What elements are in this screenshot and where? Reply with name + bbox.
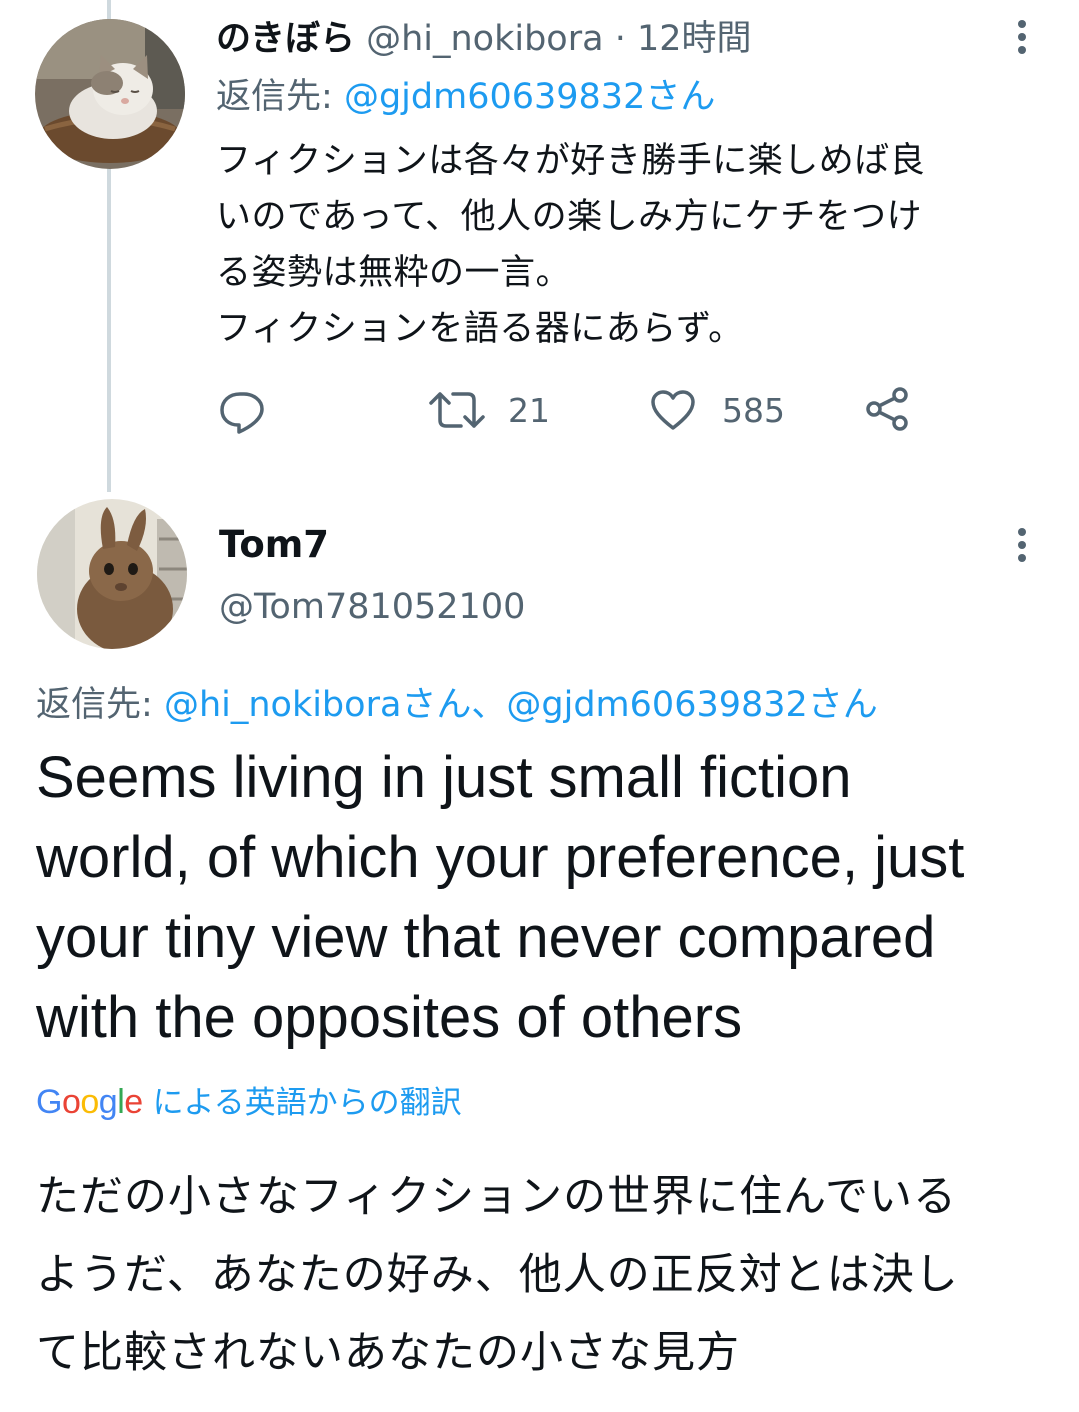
rabbit-photo-icon [37,499,187,649]
tweet1-timestamp[interactable]: 12時間 [637,19,752,59]
tweet1-display-name[interactable]: のきぼら [216,19,355,59]
tweet2-text-line: world, of which your preference, just [36,825,965,890]
translation-label: による英語からの翻訳 [152,1085,462,1121]
tweet1-header: のきぼら @hi_nokibora · 12時間 [216,16,752,62]
translation-attribution[interactable]: Google による英語からの翻訳 [36,1080,462,1125]
avatar-tom7[interactable] [37,499,187,649]
tweet1-more-icon[interactable] [1016,20,1028,59]
share-button[interactable] [862,384,912,434]
like-button[interactable]: 585 [650,386,785,434]
tweet1-text: フィクションは各々が好き勝手に楽しめば良 いのであって、他人の楽しみ方にケチをつ… [216,133,1036,357]
google-logo-icon: Google [36,1083,143,1121]
tweet2-handle[interactable]: @Tom781052100 [219,584,525,630]
tweet1-reply-prefix: 返信先: [216,77,333,117]
tweet2-text-line: Seems living in just small fiction [36,745,852,810]
tweet1-separator: · [614,19,626,59]
translation-line: て比較されないあなたの小さな見方 [36,1328,740,1378]
tweet2-reply-prefix: 返信先: [36,685,153,725]
tweet2-reply-context: 返信先: @hi_nokiboraさん、@gjdm60639832さん [36,682,878,728]
tweet2-display-name[interactable]: Tom7 [219,520,329,570]
tweet1-text-line: フィクションは各々が好き勝手に楽しめば良 [216,141,926,181]
tweet2-more-icon[interactable] [1016,528,1028,567]
tweet1-text-line: フィクションを語る器にあらず。 [216,309,744,349]
tweet2-text-line: your tiny view that never compared [36,905,936,970]
translation-line: ただの小さなフィクションの世界に住んでいる [36,1172,957,1222]
like-count: 585 [722,390,785,430]
tweet1-text-line: る姿勢は無粋の一言。 [216,253,572,293]
tweet2-text: Seems living in just small fiction world… [36,738,1061,1058]
translation-line: ようだ、あなたの好み、他人の正反対とは決し [36,1250,959,1300]
heart-icon [651,390,695,430]
retweet-count: 21 [508,390,550,430]
tweet2-reply-mentions[interactable]: @hi_nokiboraさん、@gjdm60639832さん [164,685,878,725]
tweet1-reply-mention[interactable]: @gjdm60639832さん [344,77,715,117]
retweet-icon [429,392,485,428]
tweet1-handle[interactable]: @hi_nokibora [366,19,603,59]
tweet2-text-line: with the opposites of others [36,985,743,1050]
reply-icon [220,392,264,434]
reply-button[interactable] [218,388,266,436]
cat-photo-icon [35,19,185,169]
retweet-button[interactable]: 21 [428,386,550,434]
tweet2-translation: ただの小さなフィクションの世界に住んでいる ようだ、あなたの好み、他人の正反対と… [36,1158,1066,1392]
tweet1-reply-context: 返信先: @gjdm60639832さん [216,74,715,120]
tweet1-text-line: いのであって、他人の楽しみ方にケチをつけ [216,197,923,237]
share-icon [866,387,908,431]
avatar-nokibora[interactable] [35,19,185,169]
